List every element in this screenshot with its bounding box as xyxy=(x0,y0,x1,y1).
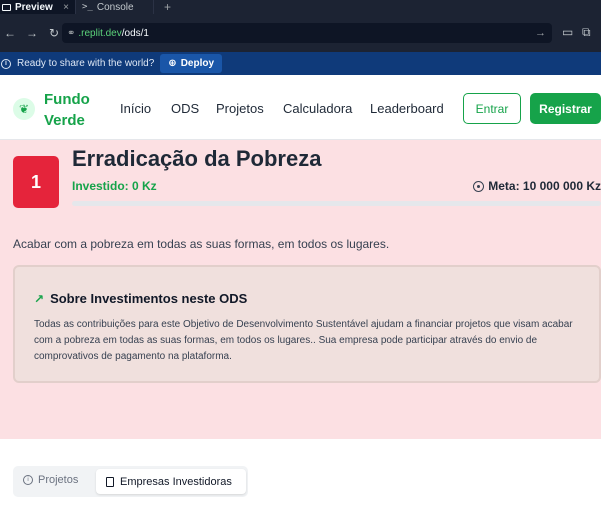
open-new-window-icon[interactable]: ⧉ xyxy=(582,25,591,40)
tab-preview[interactable]: Preview × xyxy=(0,0,75,14)
back-icon[interactable]: ← xyxy=(2,26,18,40)
deploy-banner: i Ready to share with the world? ⊕ Deplo… xyxy=(0,52,601,75)
tab-projects[interactable]: i Projetos xyxy=(23,474,78,486)
page-title: Erradicação da Pobreza xyxy=(72,146,322,171)
investment-progress-bar xyxy=(72,201,601,206)
nav-link-inicio[interactable]: Início xyxy=(120,101,151,116)
new-tab-button[interactable]: + xyxy=(153,0,171,14)
tab-console[interactable]: >_ Console xyxy=(75,0,153,14)
deploy-icon: ⊕ xyxy=(168,58,177,69)
deploy-label: Deploy xyxy=(180,58,215,69)
link-icon: ⚭ xyxy=(67,27,76,39)
terminal-icon: >_ xyxy=(82,2,93,12)
banner-text: Ready to share with the world? xyxy=(17,58,155,69)
leaf-icon[interactable]: ❦ xyxy=(13,98,35,120)
trending-up-icon: ↗ xyxy=(34,291,45,306)
info-box-text: Todas as contribuições para este Objetiv… xyxy=(34,319,573,362)
content-tabs: i Projetos Empresas Investidoras xyxy=(13,466,248,497)
tab-investing-companies[interactable]: Empresas Investidoras xyxy=(96,469,246,494)
brand-line-2: Verde xyxy=(44,112,85,129)
go-arrow-icon[interactable]: → xyxy=(535,27,546,39)
ods-description: Acabar com a pobreza em todas as suas fo… xyxy=(13,237,390,251)
tab-console-label: Console xyxy=(96,1,134,13)
ods-number-badge: 1 xyxy=(13,156,59,208)
investment-info-box: ↗ Sobre Investimentos neste ODS Todas as… xyxy=(13,265,601,383)
info-icon: i xyxy=(1,58,11,69)
reload-icon[interactable]: ↻ xyxy=(46,26,62,40)
brand-logo[interactable]: Fundo Verde xyxy=(44,89,90,131)
brand-line-1: Fundo xyxy=(44,91,90,108)
url-path: /ods/1 xyxy=(121,27,149,39)
target-icon xyxy=(473,180,485,192)
info-box-header: ↗ Sobre Investimentos neste ODS xyxy=(34,291,247,306)
deploy-button[interactable]: ⊕ Deploy xyxy=(160,54,223,73)
invested-amount: Investido: 0 Kz xyxy=(72,179,157,193)
nav-link-projetos[interactable]: Projetos xyxy=(216,101,264,116)
ods-hero: 1 Erradicação da Pobreza Investido: 0 Kz… xyxy=(0,140,601,439)
nav-link-calculadora[interactable]: Calculadora xyxy=(283,101,352,116)
login-button[interactable]: Entrar xyxy=(463,93,521,124)
site-header: ❦ Fundo Verde Início ODS Projetos Calcul… xyxy=(0,75,601,140)
tab-projects-label: Projetos xyxy=(38,474,79,486)
browser-tab-strip: Preview × >_ Console + xyxy=(0,0,601,14)
tab-preview-label: Preview xyxy=(15,1,53,13)
url-bar: ← → ↻ ⚭ .replit.dev /ods/1 → ▭ ⧉ xyxy=(0,14,601,52)
register-button[interactable]: Registrar xyxy=(530,93,601,124)
forward-icon[interactable]: → xyxy=(24,26,40,40)
tab-companies-label: Empresas Investidoras xyxy=(120,475,232,488)
nav-link-leaderboard[interactable]: Leaderboard xyxy=(370,101,444,116)
devices-icon[interactable]: ▭ xyxy=(562,25,573,39)
goal-text: Meta: 10 000 000 Kz xyxy=(488,179,601,193)
info-box-title: Sobre Investimentos neste ODS xyxy=(50,291,248,306)
goal-amount: Meta: 10 000 000 Kz xyxy=(473,179,601,193)
url-field[interactable]: ⚭ .replit.dev /ods/1 → xyxy=(62,23,552,43)
nav-link-ods[interactable]: ODS xyxy=(171,101,199,116)
monitor-icon xyxy=(2,3,11,11)
close-icon[interactable]: × xyxy=(63,2,69,13)
info-circle-icon: i xyxy=(23,475,33,485)
building-icon xyxy=(106,476,114,487)
url-host: .replit.dev xyxy=(78,27,122,39)
